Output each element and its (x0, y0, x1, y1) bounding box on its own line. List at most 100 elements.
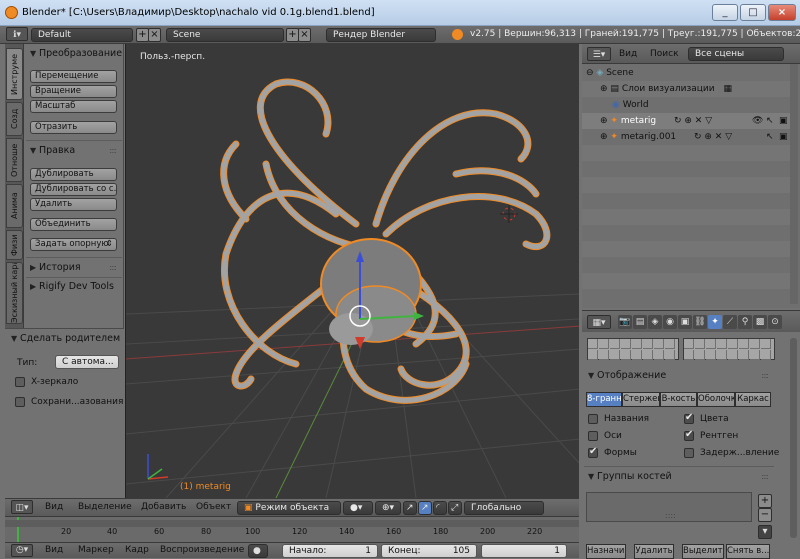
draw-type-octahedral[interactable]: 8-гранн (586, 392, 622, 407)
object-tab-icon[interactable]: ▣ (678, 315, 692, 329)
selectable-arrow-icon[interactable]: ↖ (766, 113, 774, 129)
3d-viewport[interactable]: Польз.-персп. (1) metarig (125, 44, 579, 498)
physics-tab-icon[interactable]: ⊙ (768, 315, 782, 329)
draw-type-bbone[interactable]: В-кость (660, 392, 697, 407)
rotate-button[interactable]: Вращение (30, 85, 117, 98)
outliner-row-render-layers[interactable]: ⊕ ▤ Слои визуализации ▦ (582, 81, 790, 97)
render-engine-dropdown[interactable]: Рендер Blender (326, 28, 436, 42)
world-tab-icon[interactable]: ◉ (663, 315, 677, 329)
minimize-button[interactable]: _ (712, 4, 738, 21)
panel-grip-icon[interactable]: :::: (109, 260, 117, 276)
outliner-filter-dropdown[interactable]: Все сцены (688, 47, 784, 61)
current-frame-field[interactable]: 1 (481, 544, 567, 558)
outliner-scrollbar[interactable] (790, 64, 798, 304)
menu-object[interactable]: Объект (196, 502, 231, 512)
show-axes-checkbox[interactable] (588, 431, 598, 441)
record-button[interactable]: ● (248, 544, 268, 558)
menu-add[interactable]: Добавить (141, 502, 186, 512)
armature-layers-grid-left[interactable] (587, 338, 679, 360)
duplicate-linked-button[interactable]: Дублировать со с... (30, 183, 117, 196)
tab-create[interactable]: Созд (6, 102, 23, 136)
render-tab-icon[interactable]: 📷 (618, 315, 632, 329)
xmirror-checkbox[interactable] (15, 377, 25, 387)
tab-physics[interactable]: Физи (6, 230, 23, 260)
maximize-button[interactable]: □ (740, 4, 766, 21)
menu-outliner-search[interactable]: Поиск (650, 49, 679, 59)
translate-button[interactable]: Перемещение (30, 70, 117, 83)
remove-scene-button[interactable]: × (298, 28, 311, 42)
panel-grip-icon[interactable]: :::: (109, 143, 117, 159)
menu-view[interactable]: Вид (45, 502, 63, 512)
frame-end-field[interactable]: Конец: 105 (381, 544, 477, 558)
edit-panel-header[interactable]: ▼ Правка:::: (26, 143, 122, 159)
manipulator-toggle[interactable]: ↗ (403, 501, 417, 515)
tab-tools[interactable]: Инструме (6, 48, 23, 100)
panel-grip-icon[interactable]: :::: (761, 469, 769, 485)
constraints-tab-icon[interactable]: ⛓ (693, 315, 707, 329)
translate-manipulator-button[interactable]: ↗ (418, 501, 432, 515)
pivot-dropdown[interactable]: ⊕▾ (375, 501, 401, 515)
history-panel-header[interactable]: ▶ История:::: (26, 260, 122, 276)
scale-manipulator-button[interactable]: ⤢ (448, 501, 462, 515)
mode-dropdown[interactable]: ▣ Режим объекта (237, 501, 341, 515)
bone-group-select-button[interactable]: Выделить (682, 544, 724, 559)
menu-timeline-view[interactable]: Вид (45, 545, 63, 555)
show-shapes-checkbox[interactable] (588, 446, 598, 458)
mirror-button[interactable]: Отразить (30, 121, 117, 134)
keep-transform-checkbox[interactable] (15, 397, 25, 407)
remove-layout-button[interactable]: × (148, 28, 161, 42)
outliner-row-metarig-001[interactable]: ⊕ ✦ metarig.001 ↻ ⊕ ✕ ▽ ↖ ▣ (582, 129, 790, 145)
bone-tab-icon[interactable]: ⟋ (723, 315, 737, 329)
editor-type-properties-icon[interactable]: ▦▾ (587, 315, 611, 329)
xray-checkbox[interactable] (684, 429, 694, 441)
outliner-row-metarig[interactable]: ⊕ ✦ metarig ↻ ⊕ ✕ ▽ 👁 ↖ ▣ (582, 113, 790, 129)
bone-groups-list[interactable]: :::: (586, 492, 752, 522)
render-camera-icon[interactable]: ▣ (779, 129, 788, 145)
delete-button[interactable]: Удалить (30, 198, 117, 211)
editor-type-outliner-icon[interactable]: ☰▾ (587, 47, 611, 61)
delay-refresh-checkbox[interactable] (684, 448, 694, 458)
show-names-checkbox[interactable] (588, 414, 598, 424)
frame-start-field[interactable]: Начало: 1 (282, 544, 378, 558)
scene-dropdown[interactable]: Scene (166, 28, 284, 42)
remove-bone-group-button[interactable]: − (758, 508, 772, 522)
rotate-manipulator-button[interactable]: ◜ (433, 501, 447, 515)
orientation-dropdown[interactable]: Глобально (464, 501, 544, 515)
visibility-eye-icon[interactable]: 👁 (752, 113, 763, 129)
duplicate-button[interactable]: Дублировать (30, 168, 117, 181)
panel-grip-icon[interactable]: :::: (761, 368, 769, 384)
display-panel-header[interactable]: ▼ Отображение:::: (584, 368, 774, 384)
tab-relations[interactable]: Отноше (6, 138, 23, 182)
show-colors-checkbox[interactable] (684, 412, 694, 424)
editor-type-3d-icon[interactable]: ◫▾ (11, 500, 33, 514)
menu-playback[interactable]: Воспроизведение (160, 545, 244, 555)
bone-constraints-tab-icon[interactable]: ⚲ (738, 315, 752, 329)
scale-button[interactable]: Масштаб (30, 100, 117, 113)
bone-group-remove-button[interactable]: Удалить (634, 544, 674, 559)
parent-type-dropdown[interactable]: С автома... (55, 355, 119, 369)
bone-groups-panel-header[interactable]: ▼ Группы костей:::: (584, 469, 774, 485)
bone-group-menu-button[interactable]: ▾ (758, 525, 772, 539)
rigify-panel-header[interactable]: ▶ Rigify Dev Tools (26, 279, 122, 295)
add-bone-group-button[interactable]: + (758, 494, 772, 508)
join-button[interactable]: Объединить (30, 218, 117, 231)
close-button[interactable]: × (768, 4, 796, 21)
list-resize-grip-icon[interactable]: :::: (665, 511, 676, 520)
outliner-row-scene[interactable]: ⊖ ◈ Scene (582, 65, 790, 81)
scene-tab-icon[interactable]: ◈ (648, 315, 662, 329)
outliner-row-world[interactable]: ◉ World (582, 97, 790, 113)
tab-grease-pencil[interactable]: Эскизный кара (6, 262, 23, 324)
menu-frame[interactable]: Кадр (125, 545, 149, 555)
screen-layout-dropdown[interactable]: Default (31, 28, 133, 42)
operator-panel-header[interactable]: ▼ Сделать родителем (7, 331, 122, 347)
properties-scrollbar[interactable] (790, 338, 797, 538)
draw-type-wire[interactable]: Каркас (735, 392, 771, 407)
bone-group-deselect-button[interactable]: Снять в... (726, 544, 770, 559)
menu-select[interactable]: Выделение (78, 502, 132, 512)
tab-animation[interactable]: Анима (6, 184, 23, 228)
menu-outliner-view[interactable]: Вид (619, 49, 637, 59)
set-origin-dropdown[interactable]: Задать опорную ⇕ (30, 238, 117, 251)
draw-type-envelope[interactable]: Оболочк (697, 392, 735, 407)
armature-layers-grid-right[interactable] (683, 338, 775, 360)
editor-type-timeline-icon[interactable]: ◷▾ (11, 544, 33, 557)
